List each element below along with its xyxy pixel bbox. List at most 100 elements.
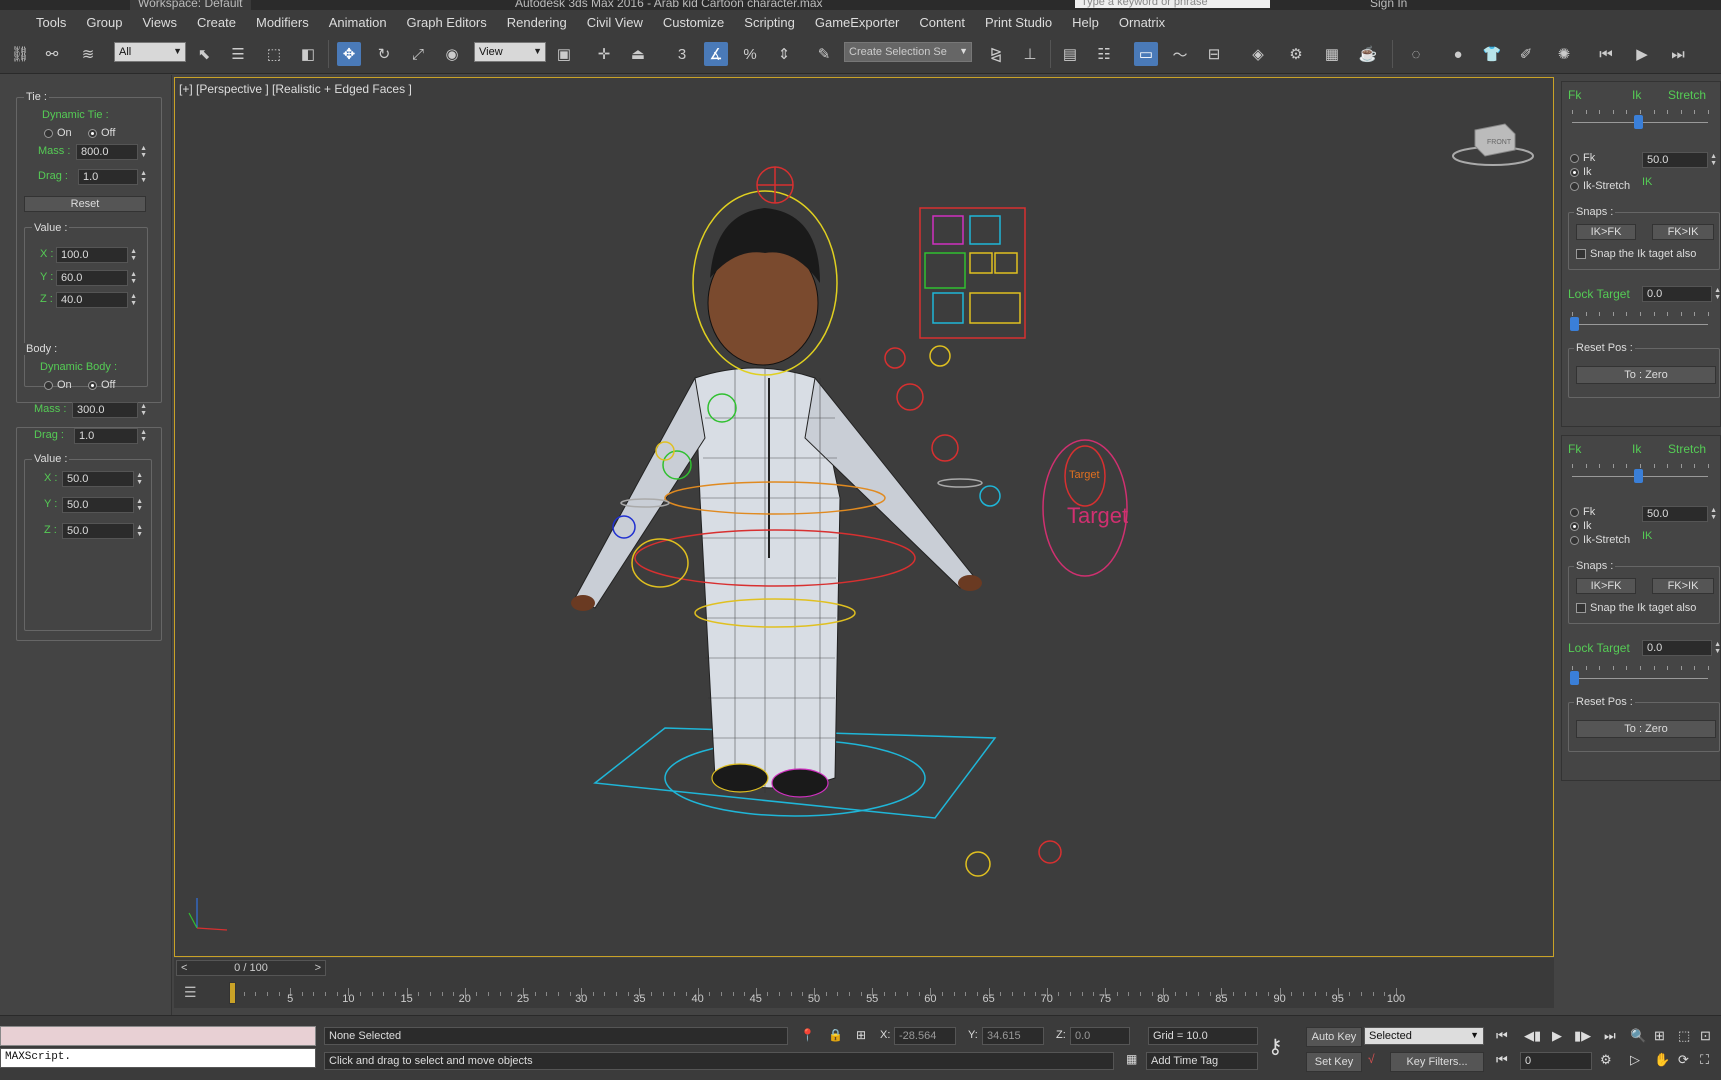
sphere-icon[interactable]: ● xyxy=(1446,42,1470,66)
absolute-mode-icon[interactable]: ⊞ xyxy=(856,1028,866,1042)
ik-to-fk-button[interactable]: IK>FK xyxy=(1576,578,1636,594)
previous-frame-icon[interactable]: ⏮ xyxy=(1594,42,1618,66)
tie-drag-spinner[interactable]: 1.0 ▲ ▼ xyxy=(78,169,147,185)
lock-target-spinner[interactable]: 0.0 ▲ ▼ xyxy=(1642,640,1721,656)
lock-target-slider[interactable] xyxy=(1572,678,1708,679)
ik-radio[interactable]: Ik xyxy=(1570,520,1592,532)
render-setup-icon[interactable]: ⚙ xyxy=(1284,42,1308,66)
track-bar[interactable]: 5 10 15 20 25 30 35 40 45 50 55 60 65 70 75 80 85 90 95 100… xyxy=(174,980,1554,1008)
current-frame-field[interactable]: 0 xyxy=(1520,1052,1592,1070)
play-frame-icon[interactable]: ▶ xyxy=(1630,42,1654,66)
window-crossing-icon[interactable]: ◧ xyxy=(296,42,320,66)
viewport-label[interactable]: [+] [Perspective ] [Realistic + Edged Fa… xyxy=(179,82,412,96)
tie-y-spinner[interactable]: 60.0 ▲ ▼ xyxy=(56,270,137,286)
key-mode-toggle-icon[interactable]: ⏮ xyxy=(1496,1052,1508,1068)
pivot-center-icon[interactable]: ▣ xyxy=(552,42,576,66)
select-and-move-icon[interactable]: ✥ xyxy=(337,42,361,66)
fk-radio[interactable]: Fk xyxy=(1570,152,1595,164)
spinner-snap-icon[interactable]: ⇕ xyxy=(772,42,796,66)
viewcube[interactable]: FRONT xyxy=(1452,123,1534,166)
coord-z-field[interactable]: 0.0 xyxy=(1070,1027,1130,1045)
lock-target-knob[interactable] xyxy=(1570,317,1579,331)
go-to-start-icon[interactable]: ⏮ xyxy=(1496,1028,1508,1044)
bind-space-warp-icon[interactable]: ≋ xyxy=(76,42,100,66)
field-of-view-icon[interactable]: ▷ xyxy=(1630,1052,1640,1068)
cloth-shirt-icon[interactable]: 👕 xyxy=(1480,42,1504,66)
menu-views[interactable]: Views xyxy=(133,15,187,30)
zoom-extents-all-icon[interactable]: ⊡ xyxy=(1700,1028,1711,1044)
percent-snap-icon[interactable]: % xyxy=(738,42,762,66)
menu-gameexporter[interactable]: GameExporter xyxy=(805,15,910,30)
tie-off-radio[interactable]: Off xyxy=(88,127,115,139)
zoom-all-icon[interactable]: ⊞ xyxy=(1654,1028,1665,1044)
body-drag-spinner[interactable]: 1.0 ▲ ▼ xyxy=(74,428,147,444)
menu-print-studio[interactable]: Print Studio xyxy=(975,15,1062,30)
named-selection-dropdown[interactable]: Create Selection Se ▼ xyxy=(844,42,972,62)
render-production-icon[interactable]: ☕ xyxy=(1356,42,1380,66)
time-prev-button[interactable]: < xyxy=(181,961,187,975)
reset-to-zero-button[interactable]: To : Zero xyxy=(1576,720,1716,738)
tie-z-spinner[interactable]: 40.0 ▲ ▼ xyxy=(56,292,137,308)
ikfk-blend-knob[interactable] xyxy=(1634,469,1643,483)
play-icon[interactable]: ▶ xyxy=(1552,1028,1562,1044)
ikfk-blend-spinner[interactable]: 50.0 ▲ ▼ xyxy=(1642,506,1717,522)
menu-civil-view[interactable]: Civil View xyxy=(577,15,653,30)
lock-target-slider[interactable] xyxy=(1572,324,1708,325)
tie-on-radio[interactable]: On xyxy=(44,127,72,139)
elbow-right-control[interactable] xyxy=(979,485,1001,507)
menu-ornatrix[interactable]: Ornatrix xyxy=(1109,15,1175,30)
fk-radio[interactable]: Fk xyxy=(1570,506,1595,518)
go-to-end-icon[interactable]: ⏭ xyxy=(1604,1028,1616,1044)
particle-icon[interactable]: ✺ xyxy=(1552,42,1576,66)
search-input[interactable]: Type a keyword or phrase xyxy=(1075,0,1270,8)
tie-x-spinner[interactable]: 100.0 ▲ ▼ xyxy=(56,247,137,263)
select-manipulate-icon[interactable]: ✛ xyxy=(592,42,616,66)
maxscript-listener-input[interactable] xyxy=(0,1026,316,1046)
maxscript-output[interactable]: MAXScript. xyxy=(0,1048,316,1068)
look-at-control[interactable] xyxy=(929,345,951,367)
body-y-spinner[interactable]: 50.0 ▲ ▼ xyxy=(62,497,143,513)
time-config-icon[interactable]: ⚙ xyxy=(1600,1052,1612,1068)
menu-customize[interactable]: Customize xyxy=(653,15,734,30)
time-next-button[interactable]: > xyxy=(315,961,321,975)
align-icon[interactable]: ⊥ xyxy=(1018,42,1042,66)
menu-help[interactable]: Help xyxy=(1062,15,1109,30)
menu-tools[interactable]: Tools xyxy=(26,15,76,30)
time-slider[interactable]: < 0 / 100 > xyxy=(176,960,326,976)
menu-create[interactable]: Create xyxy=(187,15,246,30)
menu-modifiers[interactable]: Modifiers xyxy=(246,15,319,30)
select-and-place-icon[interactable]: ◉ xyxy=(440,42,464,66)
maximize-viewport-icon[interactable]: ⛶ xyxy=(1700,1052,1709,1068)
time-tag-icon[interactable]: ▦ xyxy=(1126,1052,1137,1066)
current-time-marker[interactable] xyxy=(229,982,236,1004)
coord-y-field[interactable]: 34.615 xyxy=(982,1027,1044,1045)
reference-coordinate-dropdown[interactable]: View ▼ xyxy=(474,42,546,62)
select-and-rotate-icon[interactable]: ↻ xyxy=(372,42,396,66)
layer-explorer-icon[interactable]: ☷ xyxy=(1092,42,1116,66)
ik-radio[interactable]: Ik xyxy=(1570,166,1592,178)
auto-key-button[interactable]: Auto Key xyxy=(1306,1027,1362,1047)
ikfk-blend-spinner[interactable]: 50.0 ▲ ▼ xyxy=(1642,152,1717,168)
hand-left-control[interactable] xyxy=(631,538,689,588)
snap-ik-target-checkbox[interactable]: Snap the Ik taget also xyxy=(1576,602,1696,614)
ribbon-toggle-icon[interactable]: ▭ xyxy=(1134,42,1158,66)
fk-to-ik-button[interactable]: FK>IK xyxy=(1652,224,1714,240)
select-by-name-icon[interactable]: ☰ xyxy=(226,42,250,66)
next-key-icon[interactable]: ▮▶ xyxy=(1574,1028,1591,1044)
body-off-radio[interactable]: Off xyxy=(88,379,115,391)
rendered-frame-window-icon[interactable]: ▦ xyxy=(1320,42,1344,66)
schematic-view-icon[interactable]: ⊟ xyxy=(1202,42,1226,66)
isolate-icon[interactable]: 📍 xyxy=(800,1028,815,1042)
workspace-selector[interactable]: Workspace: Default xyxy=(130,0,251,10)
scene-explorer-icon[interactable]: ▤ xyxy=(1058,42,1082,66)
ik-stretch-radio[interactable]: Ik-Stretch xyxy=(1570,180,1630,192)
foot-target-right[interactable] xyxy=(1038,840,1062,864)
zoom-icon[interactable]: 🔍 xyxy=(1630,1028,1646,1044)
pan-view-icon[interactable]: ✋ xyxy=(1654,1052,1670,1068)
add-time-tag-button[interactable]: Add Time Tag xyxy=(1146,1052,1258,1070)
reset-to-zero-button[interactable]: To : Zero xyxy=(1576,366,1716,384)
rectangular-selection-icon[interactable]: ⬚ xyxy=(262,42,286,66)
select-object-icon[interactable]: ⬉ xyxy=(192,42,216,66)
select-and-scale-icon[interactable]: ⤢ xyxy=(406,42,430,66)
unlink-icon[interactable]: ⚯ xyxy=(40,42,64,66)
